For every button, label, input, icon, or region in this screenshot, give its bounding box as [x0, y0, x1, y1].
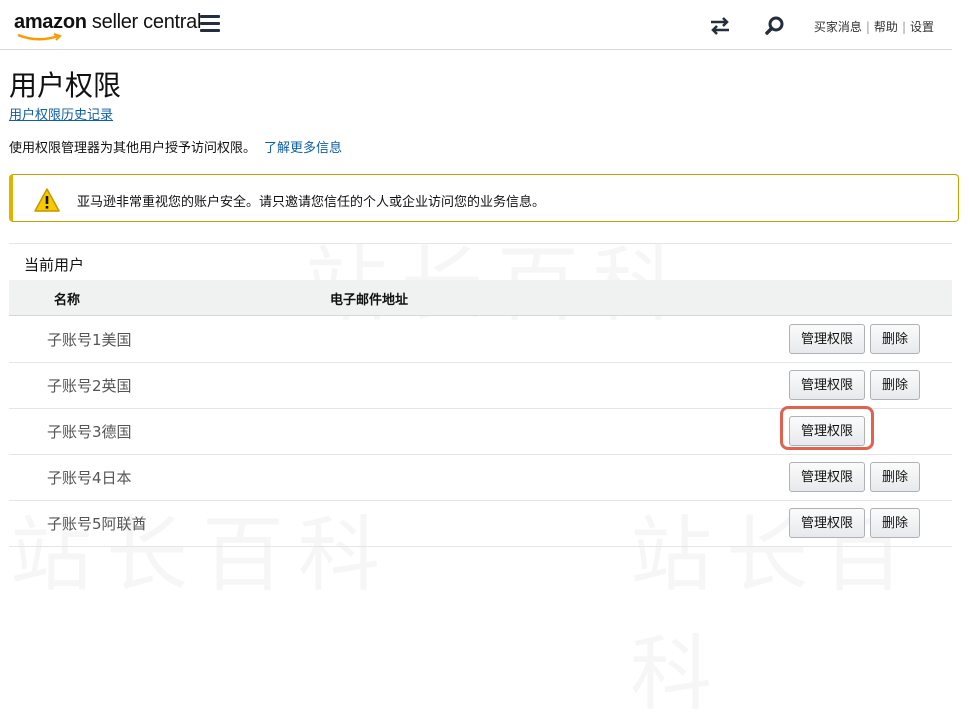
manage-permissions-button[interactable]: 管理权限	[789, 370, 865, 400]
user-name: 子账号5阿联酋	[47, 515, 147, 533]
table-row: 子账号3德国 管理权限	[9, 406, 952, 455]
warning-icon	[34, 188, 60, 212]
amazon-smile-icon	[17, 33, 62, 41]
divider: |	[865, 20, 870, 34]
help-link[interactable]: 帮助	[874, 20, 898, 34]
switch-account-icon[interactable]	[709, 16, 731, 36]
section-divider	[9, 243, 952, 244]
users-table-header: 名称 电子邮件地址	[9, 280, 952, 316]
menu-icon[interactable]	[200, 15, 220, 33]
table-row: 子账号1美国 管理权限 删除	[9, 316, 952, 363]
divider: |	[901, 20, 906, 34]
seller-central-logo[interactable]: amazon seller central	[14, 11, 201, 41]
logo-amazon-text: amazon	[14, 11, 87, 33]
user-name: 子账号1美国	[47, 331, 132, 349]
current-users-title: 当前用户	[24, 256, 85, 274]
user-name: 子账号2英国	[47, 377, 132, 395]
table-row: 子账号4日本 管理权限 删除	[9, 454, 952, 501]
alert-message: 亚马逊非常重视您的账户安全。请只邀请您信任的个人或企业访问您的业务信息。	[77, 195, 546, 210]
manage-permissions-button[interactable]: 管理权限	[789, 324, 865, 354]
column-header-name: 名称	[54, 293, 81, 308]
table-row: 子账号2英国 管理权限 删除	[9, 362, 952, 409]
page-description: 使用权限管理器为其他用户授予访问权限。 了解更多信息	[9, 137, 342, 156]
user-name: 子账号3德国	[47, 423, 132, 441]
search-icon[interactable]	[764, 15, 786, 37]
security-alert: 亚马逊非常重视您的账户安全。请只邀请您信任的个人或企业访问您的业务信息。	[9, 174, 959, 222]
table-row: 子账号5阿联酋 管理权限 删除	[9, 500, 952, 547]
delete-button[interactable]: 删除	[870, 324, 920, 354]
delete-button[interactable]: 删除	[870, 462, 920, 492]
delete-button[interactable]: 删除	[870, 370, 920, 400]
permission-history-link[interactable]: 用户权限历史记录	[9, 104, 113, 123]
top-header: amazon seller central 买家消息 | 帮助 | 设置	[0, 0, 952, 50]
page-title: 用户权限	[9, 69, 122, 102]
manage-permissions-button[interactable]: 管理权限	[789, 508, 865, 538]
manage-permissions-button[interactable]: 管理权限	[789, 416, 865, 446]
header-links: 买家消息 | 帮助 | 设置	[814, 18, 934, 35]
delete-button[interactable]: 删除	[870, 508, 920, 538]
description-text: 使用权限管理器为其他用户授予访问权限。	[9, 141, 257, 156]
column-header-email: 电子邮件地址	[330, 293, 409, 308]
logo-seller-central-text: seller central	[86, 11, 202, 33]
learn-more-link[interactable]: 了解更多信息	[264, 141, 342, 156]
user-name: 子账号4日本	[47, 469, 132, 487]
settings-link[interactable]: 设置	[910, 20, 934, 34]
manage-permissions-button[interactable]: 管理权限	[789, 462, 865, 492]
buyer-messages-link[interactable]: 买家消息	[814, 20, 862, 34]
